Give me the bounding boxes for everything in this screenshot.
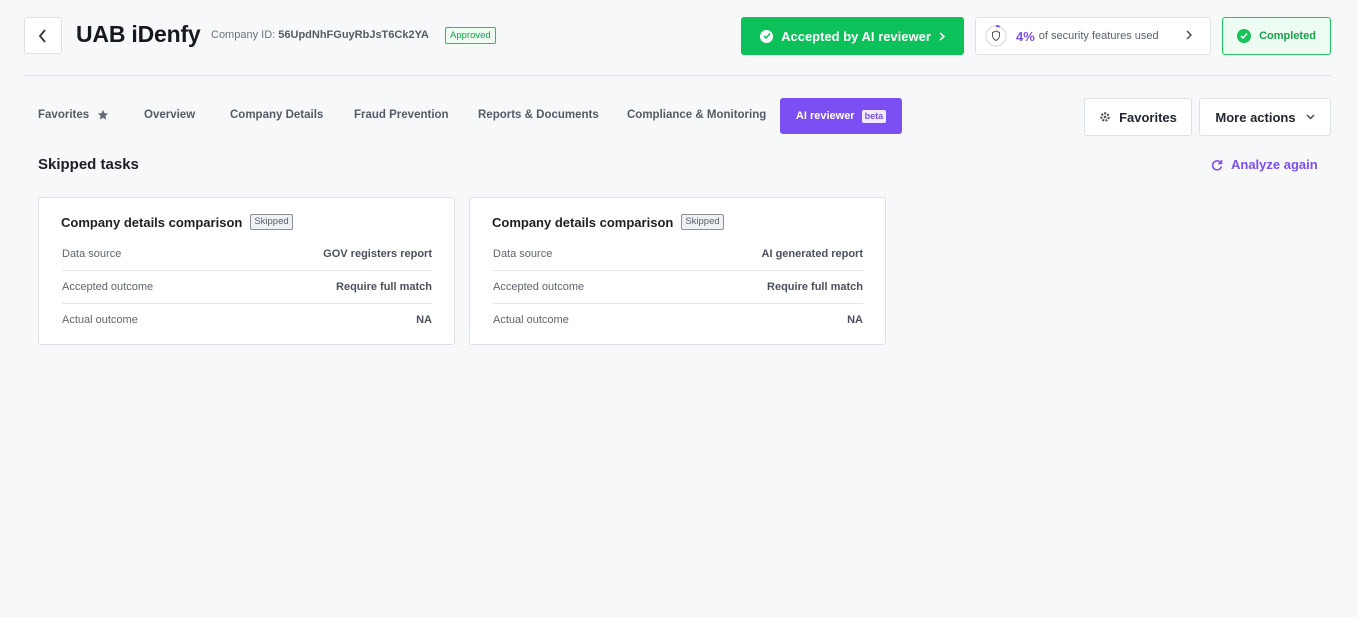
card-header: Company details comparison Skipped [492,214,724,230]
company-id-label: Company ID: [211,29,276,41]
row-label: Accepted outcome [493,280,585,293]
tab-favorites-label: Favorites [38,109,90,121]
row-label: Data source [493,247,553,260]
analyze-again-button[interactable]: Analyze again [1211,157,1318,172]
row-value: NA [847,313,863,326]
card-header: Company details comparison Skipped [61,214,293,230]
card-row: Accepted outcome Require full match [493,270,863,304]
favorites-button-label: Favorites [1119,109,1177,125]
card-title: Company details comparison [61,214,243,230]
back-button[interactable] [24,17,62,54]
card-row: Actual outcome NA [62,303,432,336]
security-percent: 4% [1016,28,1035,44]
skipped-badge: Skipped [681,214,724,230]
star-icon [97,109,109,120]
shield-icon [985,25,1007,47]
tab-ai-reviewer[interactable]: AI reviewer beta [780,98,902,134]
row-value: Require full match [767,280,863,293]
row-label: Accepted outcome [62,280,154,293]
completed-status[interactable]: Completed [1222,17,1331,55]
gear-icon [1100,112,1110,122]
row-label: Actual outcome [62,313,138,326]
status-badge: Approved [445,27,496,44]
refresh-icon [1211,159,1223,171]
tab-ai-reviewer-label: AI reviewer [795,110,855,122]
tab-fraud-prevention[interactable]: Fraud Prevention [354,109,449,121]
company-id: Company ID: 56UpdNhFGuyRbJsT6Ck2YA [211,29,429,41]
section-title: Skipped tasks [38,156,139,173]
card-row: Accepted outcome Require full match [62,270,432,304]
row-value: Require full match [336,280,432,293]
tab-compliance-monitoring[interactable]: Compliance & Monitoring [627,109,766,121]
security-text: of security features used [1038,30,1159,42]
more-actions-label: More actions [1215,109,1296,125]
page-title: UAB iDenfy [76,21,201,47]
chevron-right-icon [939,31,945,41]
chevron-right-icon [1186,30,1192,40]
beta-badge: beta [861,109,887,123]
row-value: GOV registers report [323,247,432,260]
chevron-left-icon [38,28,46,43]
row-value: AI generated report [761,247,863,260]
card-title: Company details comparison [492,214,674,230]
card-row: Data source GOV registers report [62,237,432,271]
tab-overview[interactable]: Overview [144,109,195,121]
tab-reports-documents[interactable]: Reports & Documents [478,109,599,121]
header-divider [24,75,1331,76]
row-value: NA [416,313,432,326]
chevron-down-icon [1306,114,1315,120]
tab-favorites[interactable]: Favorites [38,109,109,121]
row-label: Data source [62,247,122,260]
favorites-button[interactable]: Favorites [1084,98,1192,136]
ai-reviewer-button[interactable]: Accepted by AI reviewer [741,17,964,55]
completed-label: Completed [1259,30,1316,42]
company-id-value: 56UpdNhFGuyRbJsT6Ck2YA [278,29,429,41]
analyze-again-label: Analyze again [1231,157,1318,172]
ai-reviewer-label: Accepted by AI reviewer [781,28,931,44]
check-circle-icon [1237,29,1252,43]
tab-company-details[interactable]: Company Details [230,109,323,121]
security-features-widget[interactable]: 4% of security features used [975,17,1211,55]
card-row: Data source AI generated report [493,237,863,271]
card-row: Actual outcome NA [493,303,863,336]
check-circle-icon [760,29,774,43]
more-actions-button[interactable]: More actions [1199,98,1331,136]
task-card: Company details comparison Skipped Data … [38,197,455,345]
row-label: Actual outcome [493,313,569,326]
task-card: Company details comparison Skipped Data … [469,197,886,345]
skipped-badge: Skipped [250,214,293,230]
